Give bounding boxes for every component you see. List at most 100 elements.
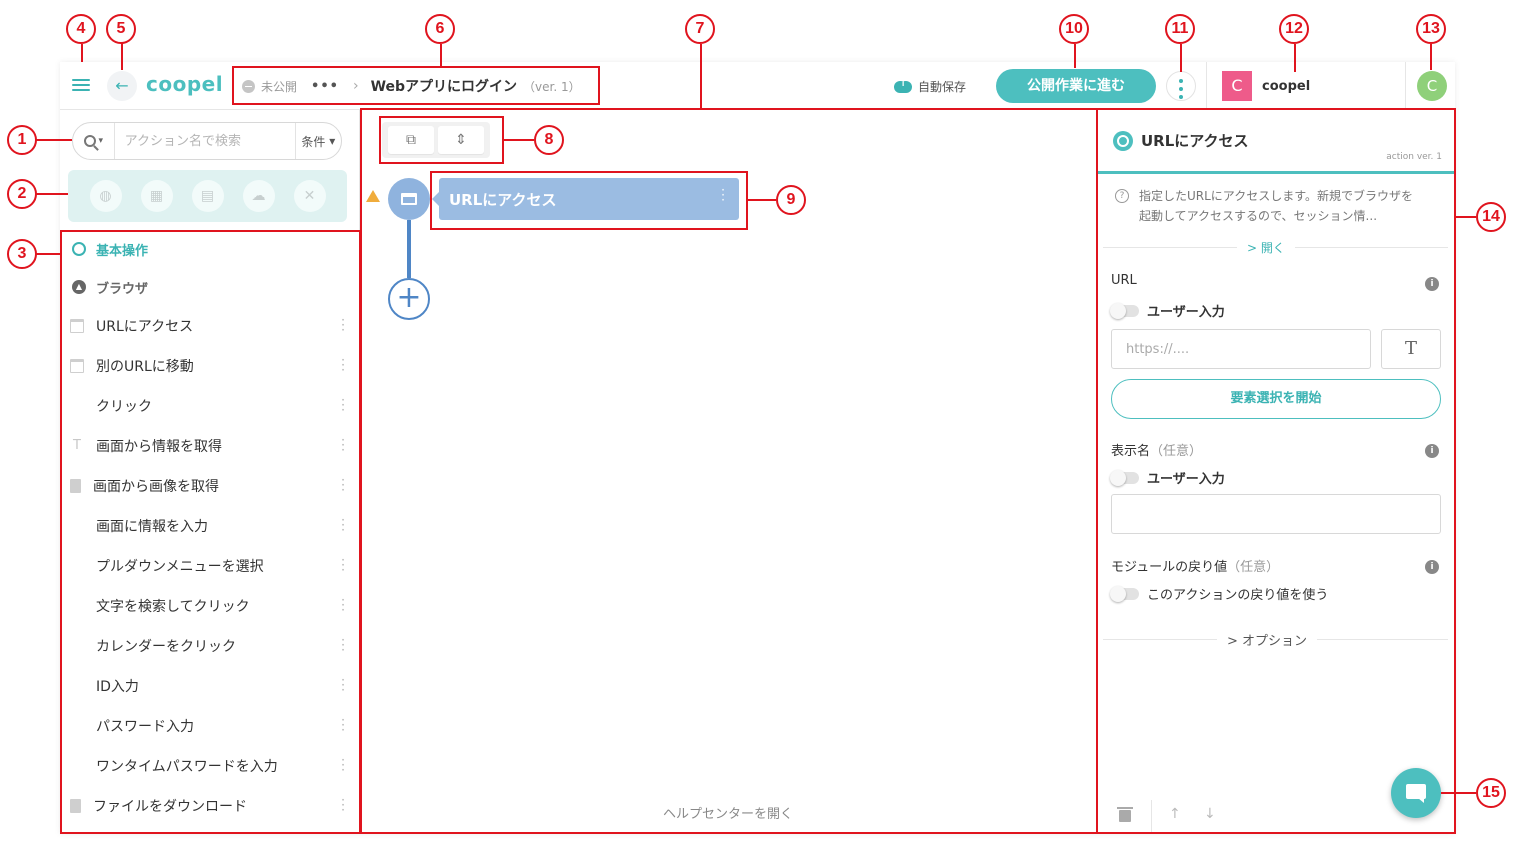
list-item[interactable]: カレンダーをクリック · · · [60, 626, 359, 666]
item-menu-icon[interactable]: · · · [341, 394, 345, 416]
annotation-badge: 4 [66, 14, 96, 44]
annotation-badge: 6 [425, 14, 455, 44]
display-name-input[interactable] [1111, 494, 1441, 534]
menu-icon[interactable] [72, 76, 90, 94]
avatar[interactable]: C [1417, 71, 1447, 101]
divider [1206, 62, 1207, 110]
annotation-leader [1441, 792, 1476, 794]
collapse-button[interactable]: ⇕ [438, 126, 484, 154]
list-item[interactable]: 画面から画像を取得 · · · [60, 466, 359, 506]
flow-canvas[interactable]: ⧉ ⇕ URLにアクセス · · · + ヘルプセンターを開く [360, 110, 1096, 834]
info-icon[interactable]: i [1425, 444, 1439, 458]
action-settings-panel: URLにアクセス action ver. 1 ? 指定したURLにアクセスします… [1096, 110, 1456, 834]
list-item[interactable]: プルダウンメニューを選択 · · · [60, 546, 359, 586]
list-item[interactable]: 別のURLに移動 · · · [60, 346, 359, 386]
list-item-label: ファイルをダウンロード [93, 799, 247, 815]
info-icon[interactable]: i [1425, 277, 1439, 291]
return-value-text: モジュールの戻り値 [1111, 560, 1228, 575]
chat-icon[interactable] [1391, 768, 1441, 818]
toggle-label: このアクションの戻り値を使う [1147, 588, 1329, 603]
move-up-icon[interactable]: ↑ [1169, 806, 1181, 822]
description-line: 起動してアクセスするので、セッション情... [1139, 209, 1378, 223]
annotation-badge: 2 [7, 179, 37, 209]
optional-tag: （任意） [1227, 560, 1280, 575]
section-basic[interactable]: 基本操作 [60, 230, 359, 268]
list-item[interactable]: 画面に情報を入力 · · · [60, 506, 359, 546]
item-menu-icon[interactable]: · · · [341, 794, 345, 816]
list-item[interactable]: ファイルをダウンロード · · · [60, 786, 359, 826]
info-icon[interactable]: i [1425, 560, 1439, 574]
section-browser[interactable]: ▲ ブラウザ [60, 268, 359, 306]
item-menu-icon[interactable]: · · · [341, 314, 345, 336]
workspace-switcher[interactable]: C coopel [1222, 71, 1310, 101]
list-item[interactable]: パスワード入力 · · · [60, 706, 359, 746]
options-toggle[interactable]: > オプション [1217, 630, 1318, 649]
delete-icon[interactable] [1117, 807, 1133, 822]
item-menu-icon[interactable]: · · · [341, 634, 345, 656]
annotation-badge: 9 [776, 185, 806, 215]
list-item[interactable]: 文字を検索してクリック · · · [60, 586, 359, 626]
text-mode-button[interactable]: T [1381, 329, 1441, 369]
warning-icon [366, 190, 380, 202]
move-down-icon[interactable]: ↓ [1204, 806, 1216, 822]
search-icon [83, 135, 96, 147]
divider [1151, 800, 1152, 834]
more-breadcrumb-button[interactable]: ••• [311, 79, 339, 94]
start-element-select-button[interactable]: 要素選択を開始 [1111, 379, 1441, 419]
url-user-input-toggle[interactable]: ユーザー入力 [1110, 301, 1225, 320]
annotation-leader [1456, 216, 1476, 218]
flow-node[interactable]: URLにアクセス · · · [432, 178, 739, 220]
item-menu-icon[interactable]: · · · [341, 554, 345, 576]
item-menu-icon[interactable]: · · · [341, 714, 345, 736]
url-input[interactable] [1111, 329, 1371, 369]
list-item-label: プルダウンメニューを選択 [96, 559, 264, 575]
back-button[interactable]: ← [107, 71, 137, 101]
screenshot-stage: ← coopel 未公開 ••• › Webアプリにログイン （ver. 1） … [0, 0, 1515, 860]
list-item-label: URLにアクセス [96, 319, 194, 335]
item-menu-icon[interactable]: · · · [341, 754, 345, 776]
list-item[interactable]: クリック · · · [60, 386, 359, 426]
node-menu-icon[interactable]: · · · [721, 184, 725, 206]
flow-name[interactable]: Webアプリにログイン [371, 76, 517, 96]
expand-description-button[interactable]: > 開く [1237, 239, 1295, 256]
item-menu-icon[interactable]: · · · [341, 474, 345, 496]
publish-button[interactable]: 公開作業に進む [996, 69, 1156, 103]
list-item[interactable]: URLにアクセス · · · [60, 306, 359, 346]
list-item-label: ID入力 [96, 679, 139, 695]
list-item[interactable]: ワンタイムパスワードを入力 · · · [60, 746, 359, 786]
item-menu-icon[interactable]: · · · [341, 434, 345, 456]
item-menu-icon[interactable]: · · · [341, 594, 345, 616]
action-library-panel: ▾ 条件 ▾ ◍ ▦ ▤ ☁ ✕ 基本操作 ▲ブラウザ URLにアクセス···別… [60, 110, 360, 834]
node-type-icon[interactable] [388, 178, 430, 220]
annotation-leader [1180, 44, 1182, 72]
globe-icon[interactable]: ◍ [89, 180, 122, 212]
blank-icon [70, 679, 84, 693]
cloud-icon[interactable]: ☁ [242, 180, 275, 212]
annotation-leader [1074, 44, 1076, 68]
add-step-button[interactable]: + [388, 278, 430, 320]
file-icon[interactable]: ▤ [191, 180, 224, 212]
condition-dropdown[interactable]: 条件 ▾ [294, 123, 341, 159]
list-item[interactable]: ID入力 · · · [60, 666, 359, 706]
condition-label: 条件 [301, 134, 326, 149]
list-item[interactable]: T 画面から情報を取得 · · · [60, 426, 359, 466]
help-center-link[interactable]: ヘルプセンターを開く [360, 803, 1096, 822]
use-return-value-toggle[interactable]: このアクションの戻り値を使う [1110, 584, 1329, 603]
more-options-button[interactable] [1166, 71, 1196, 101]
excel-icon[interactable]: ▦ [140, 180, 173, 212]
tools-icon[interactable]: ✕ [293, 180, 326, 212]
search-input[interactable] [114, 124, 295, 158]
item-menu-icon[interactable]: · · · [341, 354, 345, 376]
display-name-user-input-toggle[interactable]: ユーザー入力 [1110, 468, 1225, 487]
list-item-label: 別のURLに移動 [96, 359, 194, 375]
copy-button[interactable]: ⧉ [388, 126, 434, 154]
item-menu-icon[interactable]: · · · [341, 674, 345, 696]
annotation-badge: 5 [106, 14, 136, 44]
annotation-leader [36, 253, 60, 255]
annotation-badge: 3 [7, 239, 37, 269]
annotation-leader [504, 139, 534, 141]
canvas-toolbar: ⧉ ⇕ [382, 122, 490, 158]
search-mode-dropdown[interactable]: ▾ [73, 123, 115, 159]
annotation-leader [700, 44, 702, 108]
item-menu-icon[interactable]: · · · [341, 514, 345, 536]
